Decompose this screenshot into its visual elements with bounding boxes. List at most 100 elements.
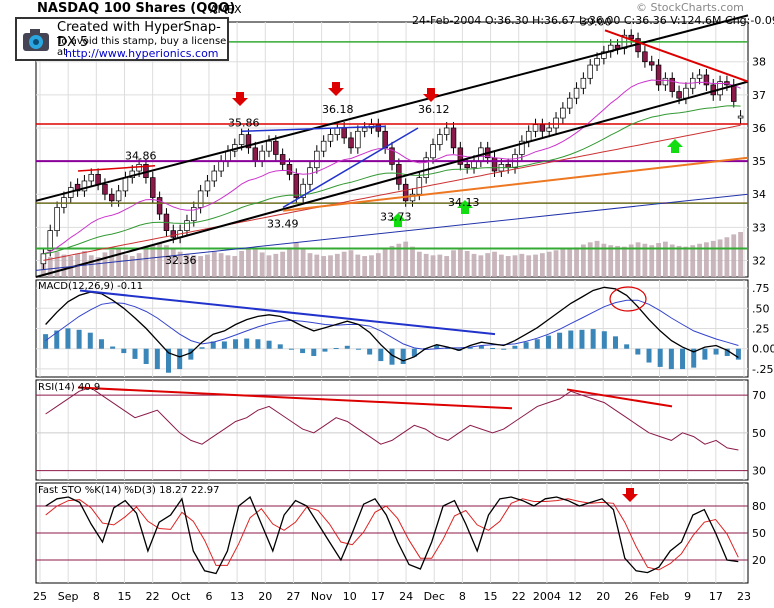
macd-histogram-bar: [579, 329, 585, 349]
candle-body: [286, 164, 293, 175]
volume-bar: [471, 253, 477, 277]
macd-histogram-bar: [367, 348, 373, 355]
volume-bar: [533, 254, 538, 277]
candle-body: [252, 147, 259, 162]
macd-histogram-bar: [355, 348, 361, 350]
macd-tick-label: .75: [752, 282, 770, 295]
volume-bar: [560, 248, 566, 277]
x-tick-label: 6: [205, 590, 212, 603]
macd-histogram-bar: [735, 348, 741, 360]
price-annotation: 34.13: [448, 196, 480, 209]
candle-body: [683, 87, 689, 99]
macd-tick-label: .25: [752, 323, 770, 336]
price-annotation: 33.49: [267, 217, 299, 230]
macd-histogram-bar: [657, 348, 663, 367]
volume-bar: [403, 241, 409, 277]
macd-histogram-bar: [523, 342, 529, 349]
candle-body: [525, 130, 532, 142]
volume-bar: [621, 246, 627, 277]
volume-bar: [252, 249, 258, 277]
x-tick-label: 9: [684, 590, 691, 603]
macd-histogram-bar: [333, 347, 339, 349]
macd-histogram-bar: [132, 348, 138, 359]
volume-bar: [88, 255, 94, 277]
candle-body: [560, 107, 566, 119]
candle-body: [573, 87, 580, 99]
macd-tick-label: 0.00: [752, 343, 774, 356]
sto-title: Fast STO %K(14) %D(3) 18.27 22.97: [38, 485, 220, 496]
x-tick-label: 20: [258, 590, 272, 603]
volume-bar: [437, 254, 443, 277]
candle-body: [266, 140, 272, 152]
volume-bar: [731, 234, 737, 277]
volume-bar: [273, 253, 279, 277]
macd-histogram-bar: [221, 341, 227, 349]
volume-bar: [266, 255, 272, 277]
candle-body: [546, 127, 552, 132]
candle-body: [204, 180, 211, 192]
candle-body: [184, 220, 190, 231]
macd-histogram-bar: [255, 339, 261, 349]
stamp-link[interactable]: http://www.hyperionics.com: [65, 47, 219, 60]
candle-body: [136, 164, 142, 172]
macd-histogram-bar: [121, 348, 127, 354]
x-tick-label: Oct: [171, 590, 191, 603]
macd-histogram-bar: [300, 348, 306, 354]
macd-histogram-bar: [624, 344, 630, 349]
candle-body: [648, 61, 655, 66]
volume-bar: [280, 251, 286, 277]
macd-histogram-bar: [512, 345, 518, 349]
macd-histogram-bar: [233, 339, 239, 349]
macd-histogram-bar: [557, 332, 563, 349]
candle-body: [402, 183, 409, 202]
volume-bar: [423, 253, 429, 277]
volume-bar: [287, 247, 292, 277]
price-tick-label: 38: [752, 56, 766, 69]
price-annotation: 32.36: [165, 254, 197, 267]
volume-bar: [416, 251, 422, 277]
macd-histogram-bar: [501, 348, 507, 350]
x-tick-label: 13: [230, 590, 244, 603]
macd-histogram-bar: [65, 328, 71, 349]
volume-bar: [457, 248, 463, 277]
rsi-tick-label: 50: [752, 427, 766, 440]
x-tick-label: 23: [737, 590, 751, 603]
candle-body: [40, 253, 47, 265]
candle-body: [464, 164, 470, 169]
candle-body: [737, 115, 744, 119]
volume-bar: [478, 255, 484, 277]
macd-histogram-bar: [154, 348, 160, 370]
macd-histogram-bar: [177, 348, 183, 370]
volume-bar: [389, 245, 395, 277]
candle-body: [396, 164, 402, 185]
candle-body: [355, 130, 361, 149]
candle-body: [293, 173, 300, 198]
x-tick-label: Dec: [424, 590, 445, 603]
volume-bar: [430, 255, 436, 277]
price-tick-label: 33: [752, 221, 766, 234]
macd-histogram-bar: [668, 348, 674, 370]
price-tick-label: 32: [752, 254, 766, 267]
candle-body: [273, 140, 279, 155]
candle-body: [150, 177, 156, 198]
candle-body: [361, 127, 368, 132]
volume-bar: [348, 250, 354, 277]
price-tick-label: 34: [752, 188, 766, 201]
volume-bar: [492, 251, 497, 277]
volume-bar: [362, 256, 368, 277]
macd-tick-label: .50: [752, 302, 770, 315]
candle-body: [279, 154, 286, 165]
rsi-tick-label: 70: [752, 389, 766, 402]
volume-bar: [341, 251, 347, 277]
volume-bar: [300, 248, 306, 277]
x-tick-label: 17: [709, 590, 723, 603]
candle-body: [156, 197, 163, 215]
candle-body: [430, 144, 436, 159]
volume-bar: [594, 240, 600, 277]
hypersnap-stamp: Created with HyperSnap-DX 5 To avoid thi…: [15, 17, 229, 61]
chart-stage: 25 Sep 8 15 22 Oct 6 13 20 27 Nov 10 17 24 Dec 8 15 22 200…: [0, 0, 774, 604]
volume-bar: [505, 256, 511, 277]
macd-histogram-bar: [713, 348, 719, 355]
volume-bar: [205, 254, 210, 277]
candle-body: [532, 124, 539, 132]
